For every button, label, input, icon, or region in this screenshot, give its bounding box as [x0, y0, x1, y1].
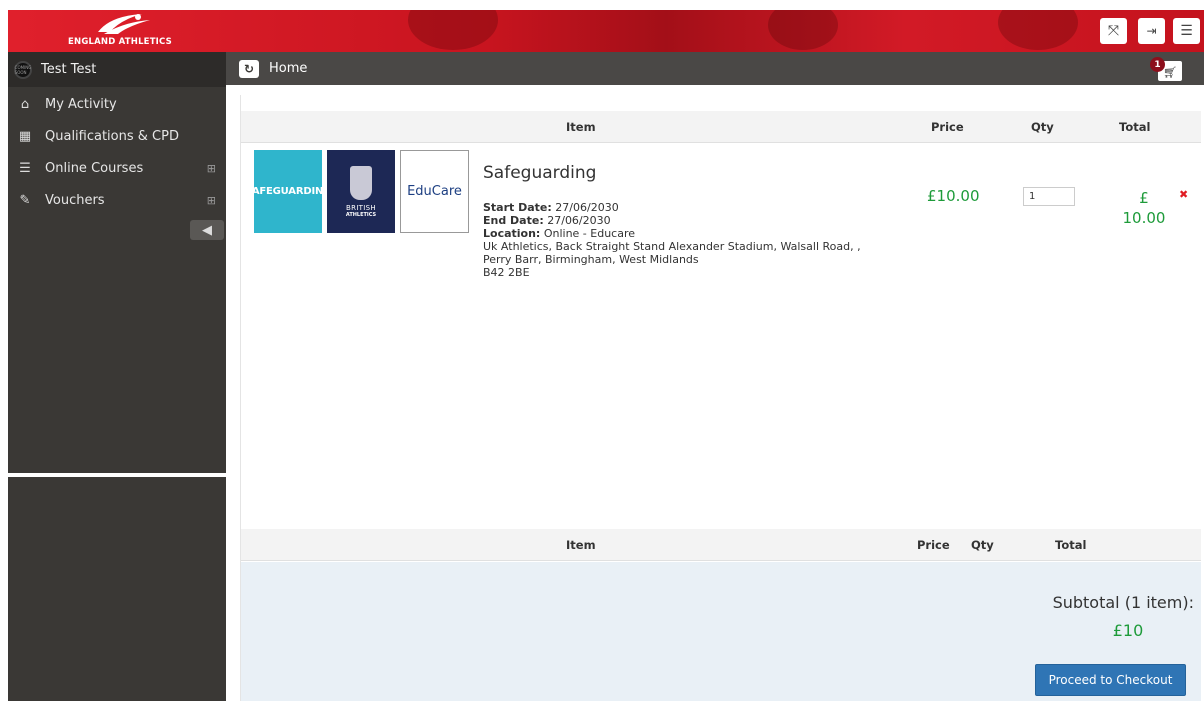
subtotal-label: Subtotal (1 item):	[1052, 593, 1194, 612]
logout-button[interactable]: ⇥	[1138, 18, 1165, 44]
england-athletics-logo[interactable]: ENGLAND ATHLETICS	[60, 12, 180, 50]
refresh-button[interactable]: ↻	[239, 59, 259, 78]
breadcrumb-bar: ↻ Home 🛒︎ 1	[226, 52, 1204, 85]
header-photo-shape	[768, 10, 838, 50]
hamburger-icon: ☰	[1180, 23, 1193, 39]
location-label: Location:	[483, 227, 541, 240]
sidebar-item-qualifications[interactable]: ▦ Qualifications & CPD	[8, 121, 226, 151]
user-name: Test Test	[41, 62, 97, 77]
ticket-icon: ✎	[19, 192, 31, 208]
expand-plus-icon[interactable]: ⊞	[207, 194, 216, 207]
sidebar-item-my-activity[interactable]: ⌂ My Activity	[8, 89, 226, 119]
expand-plus-icon[interactable]: ⊞	[207, 162, 216, 175]
sidebar-item-label: Qualifications & CPD	[45, 128, 179, 144]
thumbnail-text: ATHLETICS	[345, 211, 377, 218]
menu-button[interactable]: ☰	[1173, 18, 1200, 44]
thumbnail-text: SAFEGUARDING	[244, 186, 332, 197]
refresh-icon: ↻	[243, 61, 255, 76]
column-header-qty: Qty	[971, 538, 994, 552]
thumbnail-text: EduCare	[407, 184, 462, 199]
item-total-currency: £	[1139, 189, 1149, 207]
educare-thumbnail: EduCare	[400, 150, 469, 233]
sidebar-item-online-courses[interactable]: ☰ Online Courses ⊞	[8, 153, 226, 183]
end-date-label: End Date:	[483, 214, 544, 227]
cart-table-footer-header: Item Price Qty Total	[241, 529, 1201, 561]
cart-panel: Item Price Qty Total SAFEGUARDING BRITIS…	[240, 95, 1201, 701]
address-line: Uk Athletics, Back Straight Stand Alexan…	[483, 240, 861, 253]
british-athletics-thumbnail: BRITISH ATHLETICS	[327, 150, 395, 233]
sidebar-item-label: My Activity	[45, 96, 117, 112]
user-profile-row[interactable]: COMING SOON Test Test	[8, 52, 226, 87]
column-header-item: Item	[566, 538, 596, 552]
address-postcode: B42 2BE	[483, 266, 530, 279]
main-content: Item Price Qty Total SAFEGUARDING BRITIS…	[226, 85, 1204, 701]
avatar-caption: COMING SOON	[14, 64, 32, 75]
address-line: Perry Barr, Birmingham, West Midlands	[483, 253, 699, 266]
cart-icon: 🛒︎	[1163, 66, 1177, 79]
header-photo-shape	[998, 10, 1078, 50]
column-header-total: Total	[1119, 120, 1151, 134]
safeguarding-thumbnail: SAFEGUARDING	[245, 150, 331, 233]
column-header-total: Total	[1055, 538, 1087, 552]
end-date-value: 27/06/2030	[547, 214, 611, 227]
sidebar-item-vouchers[interactable]: ✎ Vouchers ⊞	[8, 185, 226, 215]
item-title: Safeguarding	[483, 163, 597, 183]
column-header-price: Price	[931, 120, 964, 134]
cart-item-row: SAFEGUARDING BRITISH ATHLETICS EduCare S…	[241, 143, 1201, 293]
crest-icon	[350, 165, 372, 200]
column-header-qty: Qty	[1031, 120, 1054, 134]
location: Location: Online - Educare	[483, 227, 635, 240]
list-icon: ☰	[19, 160, 31, 176]
proceed-to-checkout-button[interactable]: Proceed to Checkout	[1035, 664, 1186, 696]
thumbnail-text: BRITISH	[346, 203, 376, 212]
top-header: ENGLAND ATHLETICS ⤧ ⇥ ☰	[8, 10, 1204, 52]
avatar: COMING SOON	[14, 60, 32, 79]
cart-button[interactable]: 🛒︎ 1	[1150, 57, 1182, 81]
start-date: Start Date: 27/06/2030	[483, 201, 619, 214]
fullscreen-button[interactable]: ⤧	[1100, 18, 1127, 44]
cart-table-header: Item Price Qty Total	[241, 111, 1201, 143]
subtotal-value: £10	[1112, 621, 1144, 640]
sidebar-divider	[8, 473, 226, 477]
cart-summary: Subtotal (1 item): £10 Proceed to Checko…	[241, 562, 1201, 701]
sidebar-item-label: Online Courses	[45, 160, 144, 176]
item-price: £10.00	[927, 187, 980, 205]
cart-count-badge: 1	[1150, 57, 1165, 72]
sidebar-item-label: Vouchers	[45, 192, 105, 208]
logo-text: ENGLAND ATHLETICS	[68, 37, 172, 47]
start-date-value: 27/06/2030	[555, 201, 619, 214]
close-icon: ✖	[1179, 188, 1189, 201]
column-header-price: Price	[917, 538, 950, 552]
location-value: Online - Educare	[543, 227, 636, 240]
logout-icon: ⇥	[1146, 24, 1157, 38]
item-total-value: 10.00	[1122, 209, 1166, 227]
header-photo-shape	[408, 10, 498, 50]
start-date-label: Start Date:	[483, 201, 552, 214]
quantity-input[interactable]	[1023, 187, 1075, 206]
end-date: End Date: 27/06/2030	[483, 214, 611, 227]
calendar-icon: ▦	[18, 128, 32, 144]
breadcrumb-home[interactable]: Home	[269, 61, 307, 76]
remove-item-button[interactable]: ✖	[1179, 188, 1188, 201]
logo-swoosh-icon	[98, 14, 150, 34]
expand-icon: ⤧	[1107, 23, 1120, 39]
app-root: ENGLAND ATHLETICS ⤧ ⇥ ☰ COMING SOON Test…	[0, 0, 1204, 701]
arrow-left-circle-icon: ◀	[202, 222, 212, 238]
collapse-sidebar-button[interactable]: ◀	[190, 220, 224, 240]
home-icon: ⌂	[20, 96, 30, 112]
sidebar: COMING SOON Test Test ⌂ My Activity ▦ Qu…	[8, 52, 226, 701]
column-header-item: Item	[566, 120, 596, 134]
